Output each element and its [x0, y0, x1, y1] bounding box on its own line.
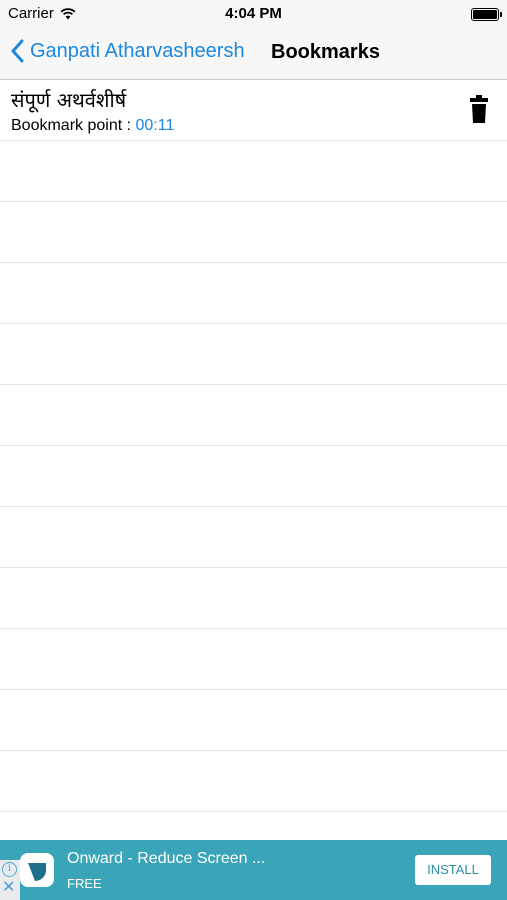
bookmark-point: Bookmark point : 00:11 — [11, 117, 174, 135]
bookmark-list: संपूर्ण अथर्वशीर्ष Bookmark point : 00:1… — [0, 80, 507, 840]
app-logo — [20, 853, 54, 887]
empty-row — [0, 385, 507, 446]
back-button[interactable]: Ganpati Atharvasheersh — [10, 39, 245, 63]
page-title: Bookmarks — [271, 41, 380, 63]
bookmark-point-time: 00:11 — [135, 117, 175, 134]
empty-row — [0, 446, 507, 507]
navigation-bar: Ganpati Atharvasheersh Bookmarks — [0, 28, 507, 80]
bookmark-title: संपूर्ण अथर्वशीर्ष — [11, 88, 127, 112]
empty-row — [0, 324, 507, 385]
status-time: 4:04 PM — [225, 5, 282, 22]
install-button[interactable]: INSTALL — [415, 855, 491, 885]
chevron-left-icon — [11, 39, 24, 63]
empty-row — [0, 812, 507, 840]
ad-title: Onward - Reduce Screen ... — [67, 850, 266, 867]
shield-icon — [28, 863, 46, 882]
ad-banner[interactable]: i ✕ Onward - Reduce Screen ... FREE INST… — [0, 840, 507, 900]
back-button-label: Ganpati Atharvasheersh — [30, 39, 245, 62]
bookmark-point-label: Bookmark point : — [11, 117, 136, 134]
empty-row — [0, 690, 507, 751]
ad-subtitle: FREE — [67, 876, 102, 891]
info-icon[interactable]: i — [2, 862, 17, 877]
empty-row — [0, 507, 507, 568]
empty-row — [0, 568, 507, 629]
status-bar: Carrier 4:04 PM — [0, 0, 507, 28]
empty-row — [0, 263, 507, 324]
battery-icon — [471, 8, 502, 21]
empty-row — [0, 629, 507, 690]
trash-icon[interactable] — [469, 95, 489, 123]
empty-row — [0, 202, 507, 263]
empty-row — [0, 141, 507, 202]
bookmark-row[interactable]: संपूर्ण अथर्वशीर्ष Bookmark point : 00:1… — [0, 80, 507, 141]
empty-row — [0, 751, 507, 812]
close-icon[interactable]: ✕ — [2, 880, 15, 896]
ad-controls: i ✕ — [0, 860, 20, 900]
